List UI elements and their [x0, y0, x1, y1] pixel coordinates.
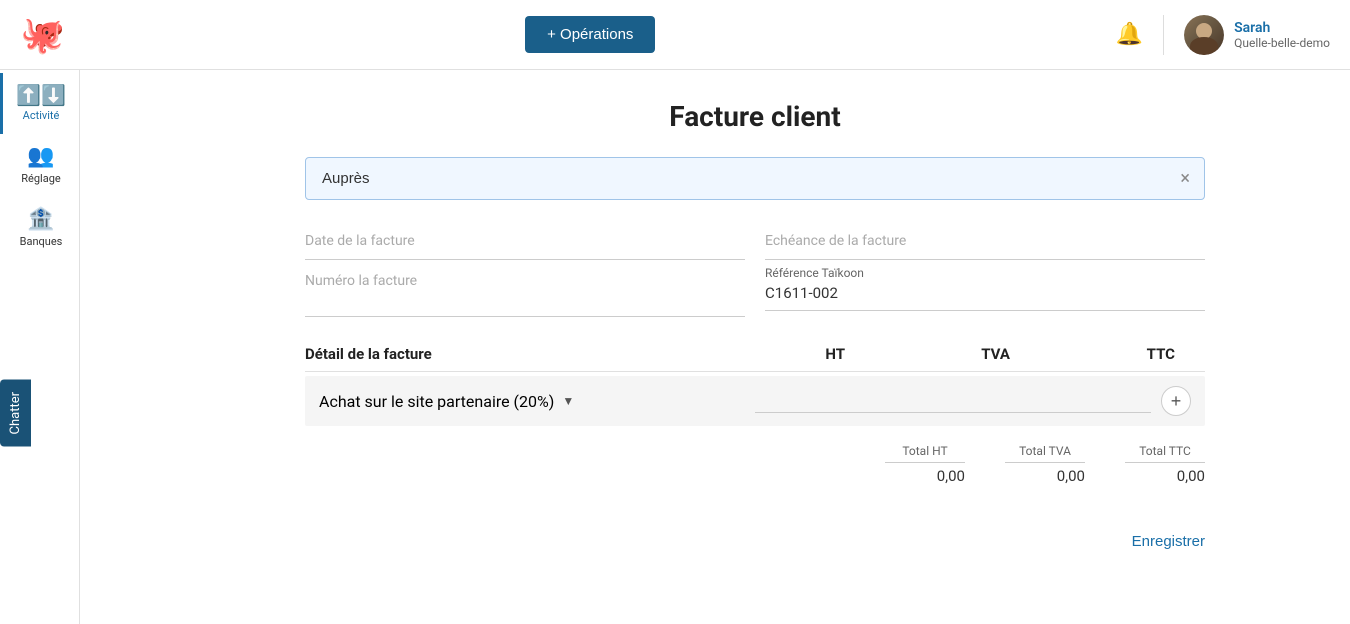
- detail-line-row: Achat sur le site partenaire (20%) ▼ +: [305, 376, 1205, 426]
- detail-col-desc: Détail de la facture: [305, 345, 710, 363]
- echeance-placeholder: Echéance de la facture: [765, 233, 906, 249]
- user-company: Quelle-belle-demo: [1234, 36, 1330, 50]
- user-info[interactable]: Sarah Quelle-belle-demo: [1184, 15, 1330, 55]
- form-section: Facture client × Date de la facture Eché…: [305, 100, 1205, 558]
- sidebar-item-reglage[interactable]: 👥 Réglage: [0, 134, 79, 197]
- sidebar-item-label-banques: Banques: [20, 235, 63, 248]
- detail-col-ht: HT: [710, 345, 875, 363]
- total-ht-label: Total HT: [902, 444, 947, 458]
- date-fields-row: Date de la facture Echéance de la factur…: [305, 220, 1205, 260]
- operations-button[interactable]: + Opérations: [525, 16, 655, 53]
- page-title: Facture client: [305, 100, 1205, 133]
- total-ht-value: 0,00: [885, 462, 965, 485]
- main-content: Facture client × Date de la facture Eché…: [160, 70, 1350, 624]
- detail-line-ttc: +: [1046, 386, 1191, 416]
- total-ht-col: Total HT 0,00: [885, 444, 965, 485]
- header-center: + Opérations: [525, 16, 655, 53]
- detail-line-desc: Achat sur le site partenaire (20%) ▼: [319, 392, 755, 411]
- arrows-icon: ⬆️⬇️: [16, 85, 66, 105]
- header-divider: [1163, 15, 1164, 55]
- detail-line-tva[interactable]: [900, 389, 1045, 413]
- dropdown-arrow-icon[interactable]: ▼: [562, 394, 574, 408]
- chatter-tab[interactable]: Chatter: [0, 380, 31, 447]
- date-field[interactable]: Date de la facture: [305, 220, 745, 260]
- user-text: Sarah Quelle-belle-demo: [1234, 20, 1330, 50]
- total-tva-label: Total TVA: [1019, 444, 1071, 458]
- total-ttc-label: Total TTC: [1139, 444, 1191, 458]
- header-right: 🔔 Sarah Quelle-belle-demo: [1116, 15, 1330, 55]
- reference-label: Référence Taïkoon: [765, 266, 1205, 280]
- detail-col-tva: TVA: [875, 345, 1040, 363]
- group-icon: 👥: [27, 146, 54, 168]
- sidebar-item-label-reglage: Réglage: [21, 172, 60, 185]
- total-ttc-col: Total TTC 0,00: [1125, 444, 1205, 485]
- save-button[interactable]: Enregistrer: [1132, 525, 1205, 558]
- numero-reference-row: Numéro la facture Référence Taïkoon C161…: [305, 260, 1205, 317]
- avatar-image: [1184, 15, 1224, 55]
- app-logo: 🐙: [20, 14, 65, 56]
- logo-area: 🐙: [20, 14, 65, 56]
- sidebar-item-label-activite: Activité: [23, 109, 60, 122]
- add-line-button[interactable]: +: [1161, 386, 1191, 416]
- total-tva-value: 0,00: [1005, 462, 1085, 485]
- detail-section: Détail de la facture HT TVA TTC Achat su…: [305, 337, 1205, 495]
- numero-placeholder: Numéro la facture: [305, 273, 417, 289]
- clear-icon[interactable]: ×: [1166, 170, 1204, 188]
- avatar: [1184, 15, 1224, 55]
- detail-line-ht[interactable]: [755, 389, 900, 413]
- client-search-input[interactable]: [306, 158, 1166, 199]
- reference-field: Référence Taïkoon C1611-002: [765, 260, 1205, 317]
- detail-col-ttc: TTC: [1040, 345, 1205, 363]
- totals-section: Total HT 0,00 Total TVA 0,00 Total TTC 0…: [305, 434, 1205, 495]
- date-placeholder: Date de la facture: [305, 233, 415, 249]
- echeance-field[interactable]: Echéance de la facture: [765, 220, 1205, 260]
- chatter-tab-label: Chatter: [8, 392, 23, 435]
- reference-value: C1611-002: [765, 284, 1205, 311]
- bank-icon: 🏦: [27, 209, 54, 231]
- sidebar-item-activite[interactable]: ⬆️⬇️ Activité: [0, 73, 79, 134]
- total-ttc-value: 0,00: [1125, 462, 1205, 485]
- user-name: Sarah: [1234, 20, 1330, 36]
- bell-icon[interactable]: 🔔: [1116, 22, 1143, 47]
- client-search-row: ×: [305, 157, 1205, 200]
- sidebar: 🕐 Synthèse ⬆️⬇️ Activité 👥 Réglage 🏦 Ban…: [0, 0, 80, 624]
- app-container: 🕐 Synthèse ⬆️⬇️ Activité 👥 Réglage 🏦 Ban…: [0, 0, 1350, 624]
- numero-field[interactable]: Numéro la facture: [305, 260, 745, 317]
- detail-line-label: Achat sur le site partenaire (20%): [319, 392, 554, 411]
- save-row: Enregistrer: [305, 525, 1205, 558]
- detail-header: Détail de la facture HT TVA TTC: [305, 337, 1205, 372]
- header: 🐙 + Opérations 🔔 Sarah Quelle-belle-demo: [0, 0, 1350, 70]
- main-wrapper: Facture client × Date de la facture Eché…: [160, 70, 1350, 624]
- total-tva-col: Total TVA 0,00: [1005, 444, 1085, 485]
- sidebar-item-banques[interactable]: 🏦 Banques: [0, 197, 79, 260]
